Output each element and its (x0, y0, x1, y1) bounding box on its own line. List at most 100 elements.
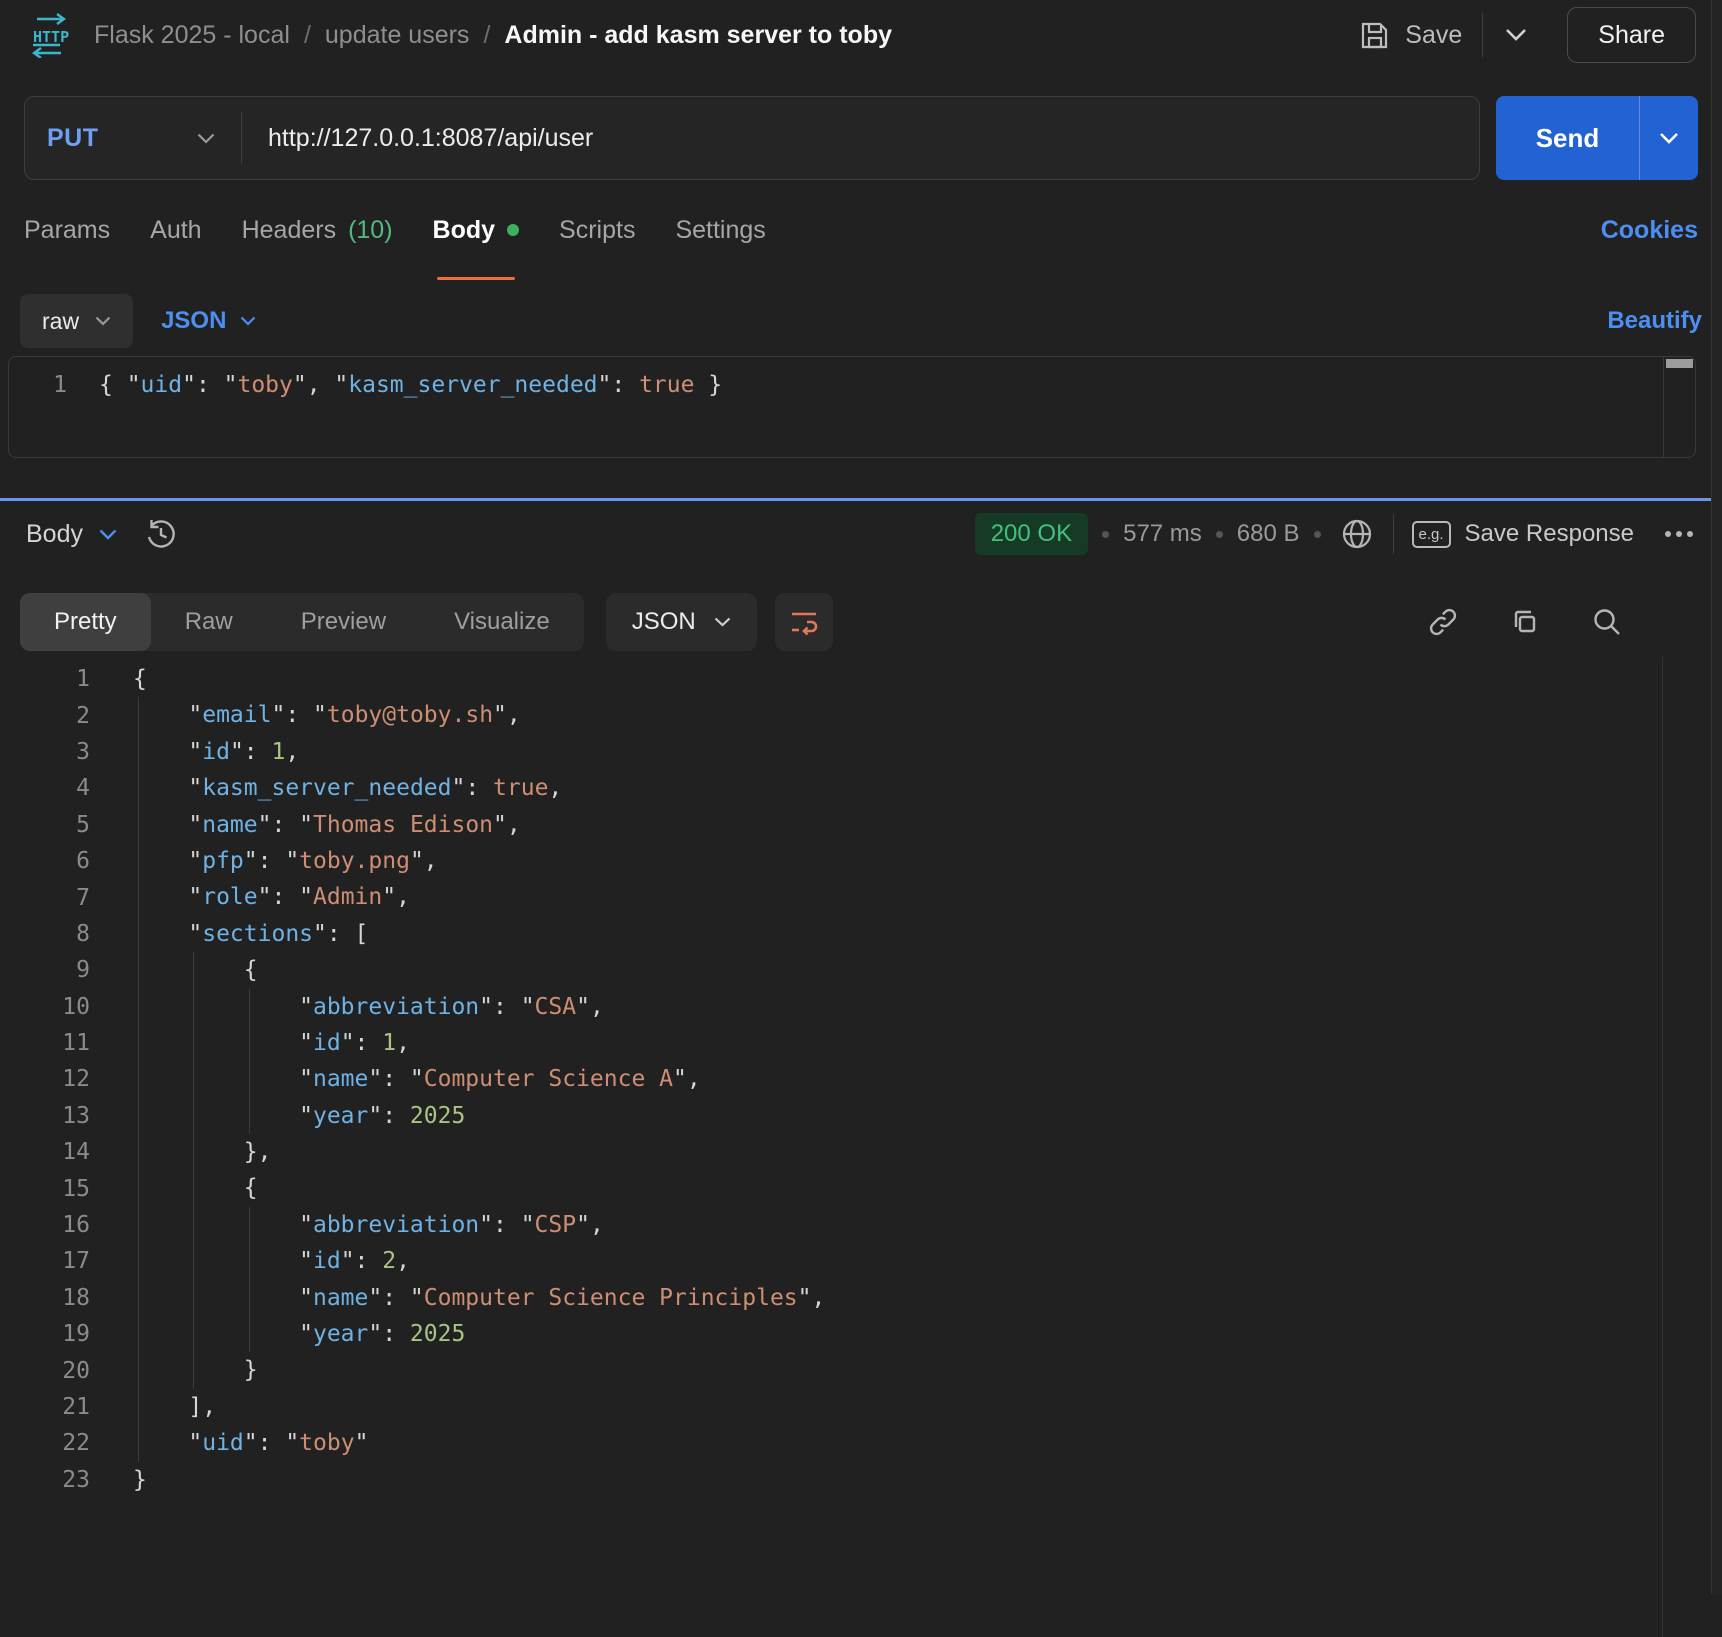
wrap-line-icon (787, 605, 821, 639)
top-bar: HTTP Flask 2025 - local / update users /… (0, 0, 1722, 70)
indent-guide (188, 1243, 243, 1279)
indent-guide (133, 734, 188, 770)
indent-guide (244, 1061, 299, 1097)
chevron-down-icon (240, 316, 256, 326)
line-number: 23 (0, 1467, 90, 1493)
indent-guide (133, 807, 188, 843)
tab-params[interactable]: Params (24, 180, 110, 280)
line-number: 16 (0, 1212, 90, 1238)
line-number: 8 (0, 921, 90, 947)
indent-guide (188, 1280, 243, 1316)
share-button[interactable]: Share (1567, 7, 1696, 63)
tab-body[interactable]: Body (433, 180, 520, 280)
dot-separator (1216, 531, 1223, 538)
save-button[interactable]: Save (1350, 11, 1482, 60)
body-mode-select[interactable]: raw (20, 294, 133, 348)
code-line: 13"year": 2025 (0, 1098, 1722, 1134)
line-number: 15 (0, 1176, 90, 1202)
line-number: 11 (0, 1030, 90, 1056)
indent-guide (133, 989, 188, 1025)
method-label: PUT (47, 124, 99, 153)
indent-guide (188, 1207, 243, 1243)
body-format-select[interactable]: JSON (161, 307, 256, 335)
response-meta-row: Body 200 OK 577 ms 680 B e.g. Save Respo (0, 509, 1722, 559)
copy-icon[interactable] (1508, 605, 1542, 639)
response-tools (1426, 605, 1624, 639)
tab-auth[interactable]: Auth (150, 180, 201, 280)
request-body-editor[interactable]: 1{ "uid": "toby", "kasm_server_needed": … (8, 356, 1696, 458)
code-line: 22"uid": "toby" (0, 1425, 1722, 1461)
indent-guide (244, 1316, 299, 1352)
indent-guide (188, 1316, 243, 1352)
save-response-button[interactable]: e.g. Save Response (1412, 520, 1634, 548)
line-number: 14 (0, 1139, 90, 1165)
line-number: 10 (0, 994, 90, 1020)
breadcrumb-folder[interactable]: update users (325, 21, 470, 50)
body-mode-label: raw (42, 308, 79, 335)
indent-guide (133, 952, 188, 988)
indent-guide (188, 1134, 243, 1170)
pane-resize-handle[interactable] (0, 498, 1722, 501)
indent-guide (133, 697, 188, 733)
save-icon (1358, 19, 1391, 52)
line-number: 22 (0, 1430, 90, 1456)
tab-scripts[interactable]: Scripts (559, 180, 635, 280)
code-line: 21], (0, 1389, 1722, 1425)
save-options-button[interactable] (1483, 18, 1549, 52)
indent-guide (133, 843, 188, 879)
chevron-down-icon (714, 617, 731, 627)
response-toolbar: Pretty Raw Preview Visualize JSON (0, 593, 1722, 651)
response-body-select[interactable]: Body (26, 520, 117, 549)
search-icon[interactable] (1590, 605, 1624, 639)
chevron-down-icon (197, 133, 215, 144)
indent-guide (133, 1025, 188, 1061)
response-format-select[interactable]: JSON (606, 593, 757, 651)
more-options-icon[interactable] (1662, 528, 1696, 540)
line-number: 7 (0, 885, 90, 911)
response-history-icon[interactable] (143, 516, 179, 552)
body-mode-row: raw JSON Beautify (0, 294, 1722, 348)
view-raw[interactable]: Raw (151, 593, 267, 651)
view-pretty[interactable]: Pretty (20, 593, 151, 651)
url-input[interactable]: http://127.0.0.1:8087/api/user (242, 124, 619, 153)
wrap-line-button[interactable] (775, 593, 833, 651)
scrollbar-thumb[interactable] (1666, 359, 1693, 368)
code-line: 19"year": 2025 (0, 1316, 1722, 1352)
request-code-lines: 1{ "uid": "toby", "kasm_server_needed": … (9, 367, 1695, 403)
indent-guide (133, 1061, 188, 1097)
tab-settings[interactable]: Settings (675, 180, 765, 280)
send-options-button[interactable] (1640, 96, 1698, 180)
response-scrollbar-track[interactable] (1662, 657, 1663, 1637)
line-number: 20 (0, 1358, 90, 1384)
request-tabs: Params Auth Headers (10) Body Scripts Se… (0, 180, 1722, 280)
network-globe-icon[interactable] (1339, 516, 1375, 552)
send-button[interactable]: Send (1496, 96, 1639, 180)
code-line: 15{ (0, 1170, 1722, 1206)
response-stats: 200 OK 577 ms 680 B e.g. Save Response (975, 513, 1696, 555)
indent-guide (244, 1207, 299, 1243)
indent-guide (244, 989, 299, 1025)
chevron-down-icon (95, 316, 111, 326)
line-number: 13 (0, 1103, 90, 1129)
window-scrollbar[interactable] (1711, 0, 1722, 1594)
indent-guide (133, 1134, 188, 1170)
line-number: 3 (0, 739, 90, 765)
tab-headers[interactable]: Headers (10) (242, 180, 393, 280)
copy-link-icon[interactable] (1426, 605, 1460, 639)
editor-scrollbar[interactable] (1663, 357, 1695, 457)
chevron-down-icon (1659, 132, 1679, 144)
line-number: 2 (0, 703, 90, 729)
code-line: 11"id": 1, (0, 1025, 1722, 1061)
beautify-link[interactable]: Beautify (1607, 307, 1702, 335)
indent-guide (244, 1025, 299, 1061)
code-line: 2"email": "toby@toby.sh", (0, 697, 1722, 733)
view-preview[interactable]: Preview (267, 593, 420, 651)
view-visualize[interactable]: Visualize (420, 593, 584, 651)
method-select[interactable]: PUT (25, 124, 241, 153)
line-number: 1 (0, 666, 90, 692)
indent-guide (133, 879, 188, 915)
app-window: { "header": { "protocol_label": "HTTP", … (0, 0, 1722, 1594)
breadcrumb-collection[interactable]: Flask 2025 - local (94, 21, 290, 50)
breadcrumb-separator: / (483, 21, 490, 50)
cookies-link[interactable]: Cookies (1601, 216, 1698, 245)
